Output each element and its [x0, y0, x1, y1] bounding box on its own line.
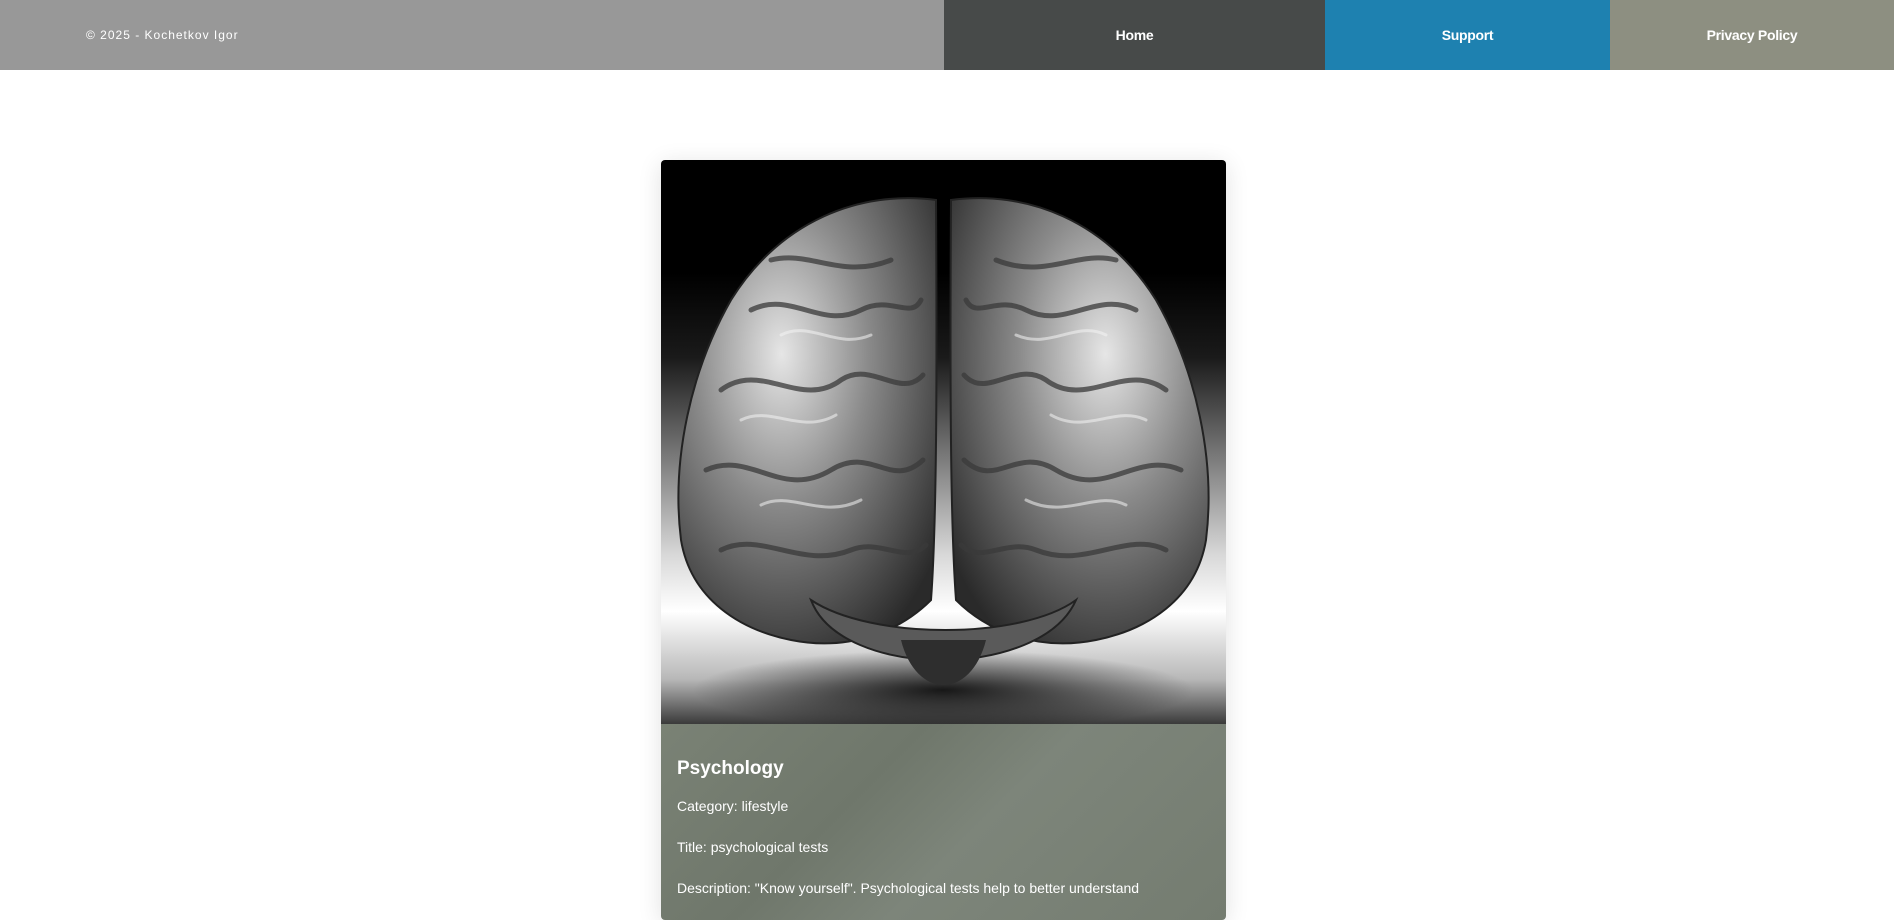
card-subtitle: Title: psychological tests	[677, 839, 829, 855]
brain-illustration	[677, 197, 1210, 724]
brain-image	[661, 160, 1226, 724]
nav-home-link[interactable]: Home	[944, 0, 1325, 70]
copyright-text: © 2025 - Kochetkov Igor	[86, 28, 239, 42]
card-info-panel: Psychology Category: lifestyle Title: ps…	[661, 724, 1226, 920]
card-description: Description: "Know yourself". Psychologi…	[677, 880, 1140, 896]
app-card[interactable]: Psychology Category: lifestyle Title: ps…	[661, 160, 1226, 920]
nav-privacy-policy-link[interactable]: Privacy Policy	[1610, 0, 1894, 70]
card-category: Category: lifestyle	[677, 798, 789, 814]
nav-home-label: Home	[1115, 27, 1154, 43]
card-title: Psychology	[677, 758, 784, 779]
nav-support-label: Support	[1441, 27, 1494, 43]
top-navigation-bar: © 2025 - Kochetkov Igor Home Support Pri…	[0, 0, 1894, 70]
copyright-area: © 2025 - Kochetkov Igor	[0, 0, 944, 70]
nav-support-link[interactable]: Support	[1325, 0, 1610, 70]
nav-privacy-policy-label: Privacy Policy	[1706, 27, 1798, 43]
